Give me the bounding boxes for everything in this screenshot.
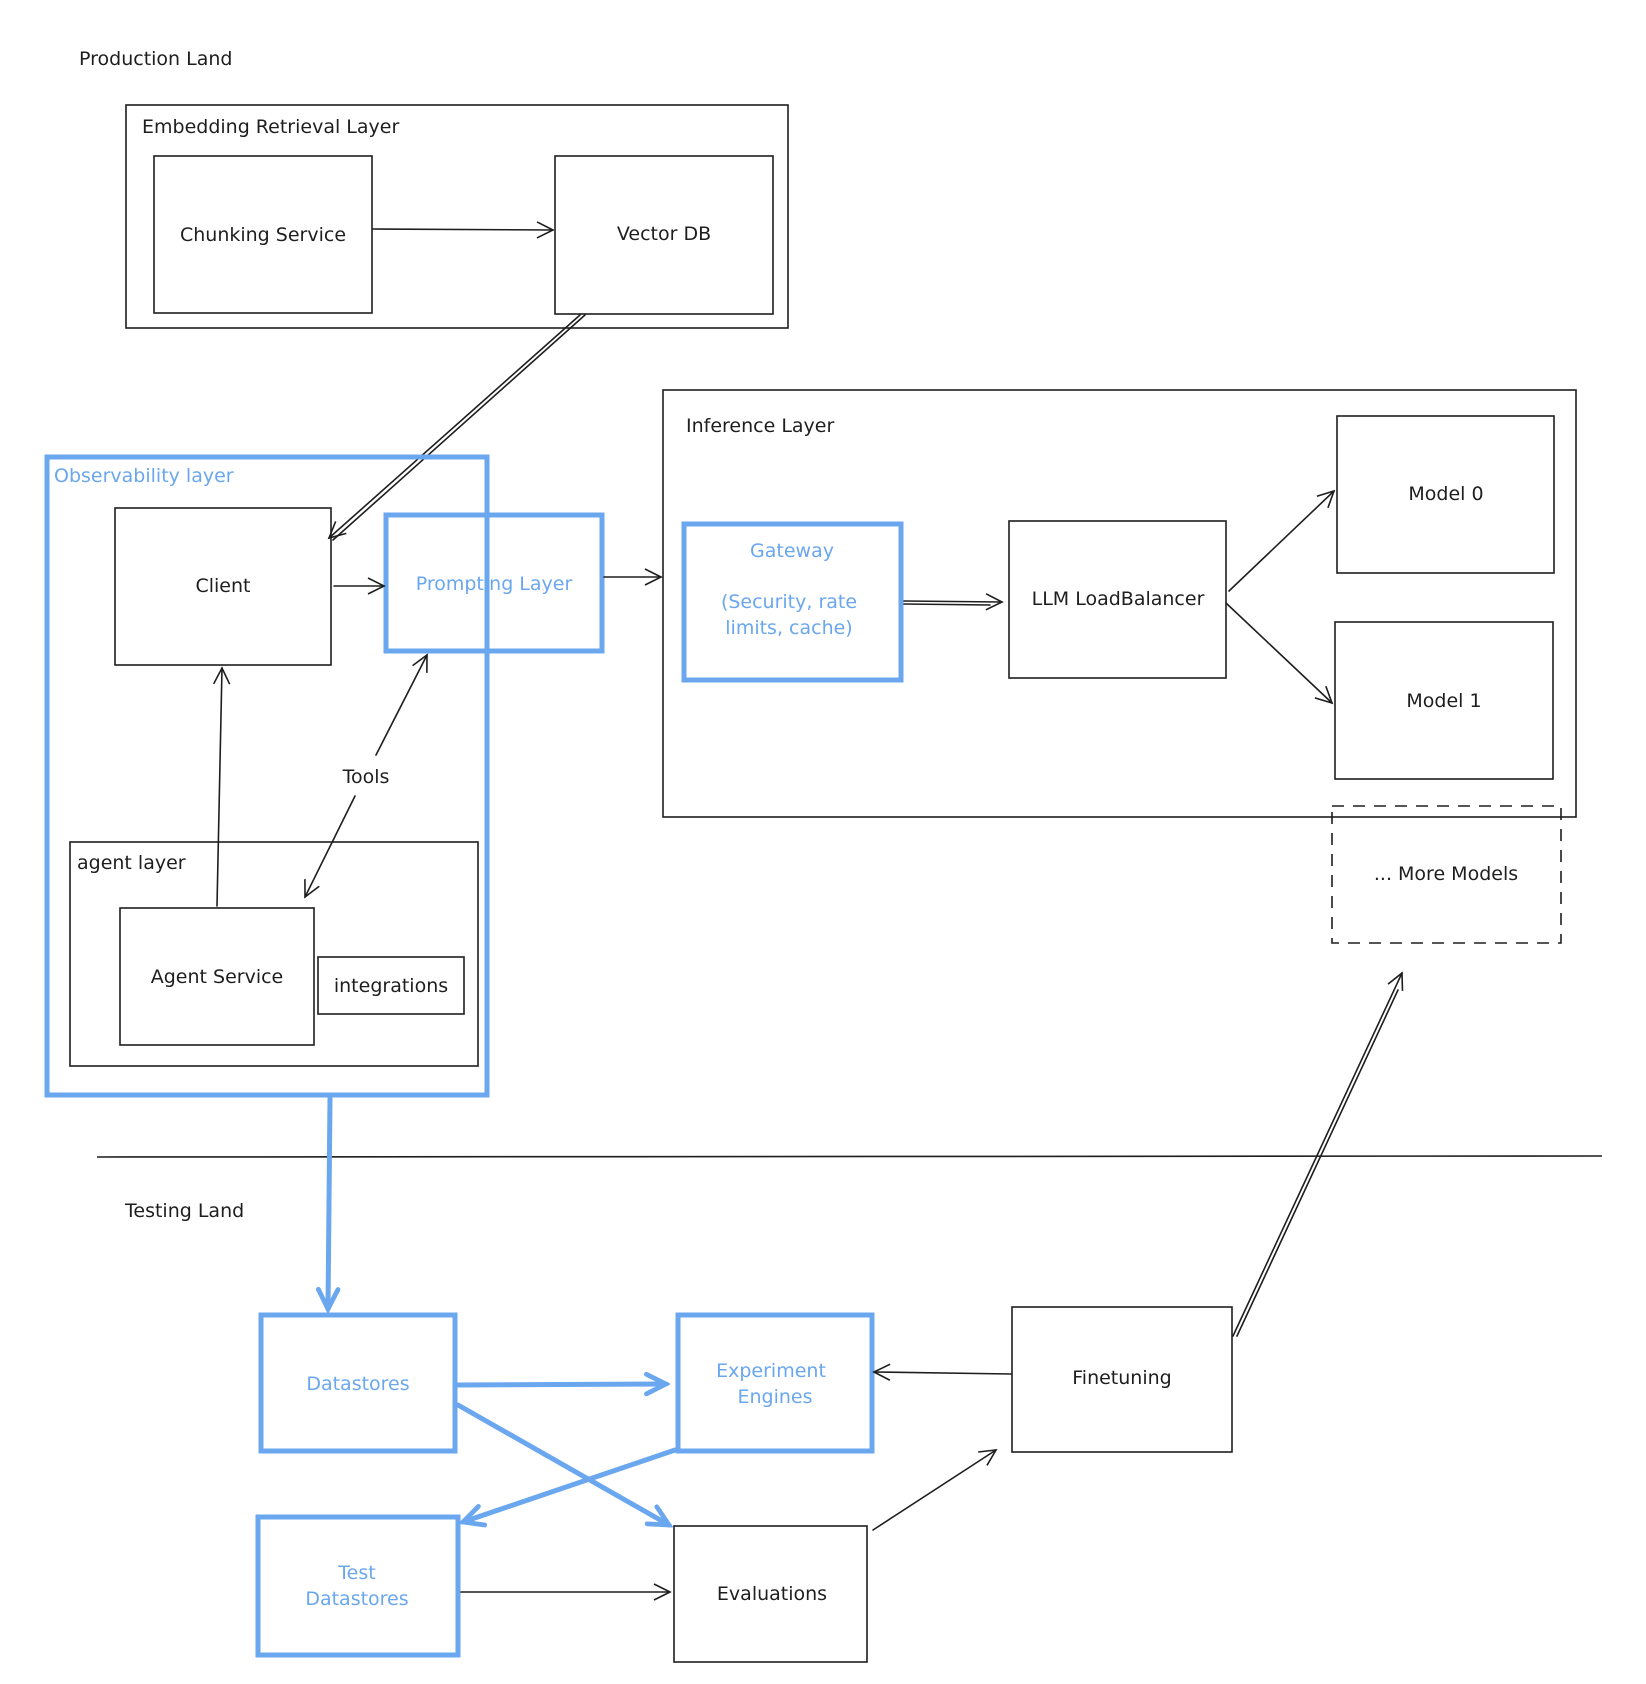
gateway-title: Gateway — [750, 540, 834, 562]
edge-finetuning-to-more-models[interactable] — [1232, 971, 1404, 1337]
edge-observability-to-datastores[interactable] — [328, 1095, 330, 1309]
vector-db-label: Vector DB — [617, 223, 711, 245]
agent-layer-group[interactable] — [69, 841, 479, 1067]
edge-finetuning-to-more-models-stroke2 — [1236, 989, 1399, 1337]
production-land-label: Production Land — [79, 48, 232, 70]
edge-loadbalancer-to-model0[interactable] — [1228, 489, 1336, 592]
gateway-desc-line1: (Security, rate — [721, 591, 857, 613]
region-divider — [96, 1155, 1603, 1158]
experiment-engines-line1: Experiment — [716, 1360, 826, 1382]
edge-tools-to-prompting[interactable] — [375, 653, 428, 756]
edge-vectordb-to-client[interactable] — [327, 314, 581, 540]
more-models-label: ... More Models — [1374, 863, 1518, 885]
integrations-label: integrations — [334, 975, 448, 997]
agent-layer-label: agent layer — [77, 852, 186, 874]
experiment-engines-line2: Engines — [737, 1386, 812, 1408]
observability-layer-group[interactable] — [44, 454, 490, 1098]
finetuning-label: Finetuning — [1072, 1367, 1171, 1389]
llm-loadbalancer-label: LLM LoadBalancer — [1032, 588, 1205, 610]
tools-edge-label: Tools — [342, 766, 390, 788]
edge-gateway-to-loadbalancer-stroke2 — [903, 603, 991, 606]
evaluations-label: Evaluations — [717, 1583, 827, 1605]
gateway-desc-line2: limits, cache) — [725, 617, 852, 639]
model-0-label: Model 0 — [1408, 483, 1483, 505]
edge-tools-to-agent[interactable] — [304, 795, 356, 899]
inference-layer-label: Inference Layer — [686, 415, 834, 437]
embedding-retrieval-layer-label: Embedding Retrieval Layer — [142, 116, 399, 138]
edge-gateway-to-loadbalancer[interactable] — [903, 593, 1004, 611]
architecture-diagram: Production Land Testing Land Embedding R… — [44, 48, 1603, 1663]
test-datastores-node[interactable] — [255, 1514, 461, 1658]
chunking-service-label: Chunking Service — [180, 224, 346, 246]
client-label: Client — [195, 575, 250, 597]
edge-evaluations-to-finetuning[interactable] — [872, 1449, 998, 1531]
testing-land-label: Testing Land — [124, 1200, 244, 1222]
edge-chunking-to-vectordb[interactable] — [372, 221, 555, 239]
test-datastores-line2: Datastores — [305, 1588, 408, 1610]
edge-loadbalancer-to-model1[interactable] — [1225, 602, 1334, 705]
edge-datastores-to-experiment[interactable] — [455, 1384, 666, 1385]
embedding-retrieval-layer-group[interactable] — [125, 104, 789, 329]
agent-service-label: Agent Service — [151, 966, 284, 988]
edge-finetuning-to-experiment[interactable] — [872, 1363, 1012, 1381]
datastores-label: Datastores — [306, 1373, 409, 1395]
edge-vectordb-to-client-stroke2 — [332, 314, 586, 541]
experiment-engines-node[interactable] — [675, 1312, 875, 1454]
edge-agent-to-client[interactable] — [212, 666, 231, 907]
prompting-layer-label: Prompting Layer — [416, 573, 573, 595]
test-datastores-line1: Test — [337, 1562, 375, 1584]
model-1-label: Model 1 — [1406, 690, 1481, 712]
observability-layer-label: Observability layer — [54, 465, 234, 487]
